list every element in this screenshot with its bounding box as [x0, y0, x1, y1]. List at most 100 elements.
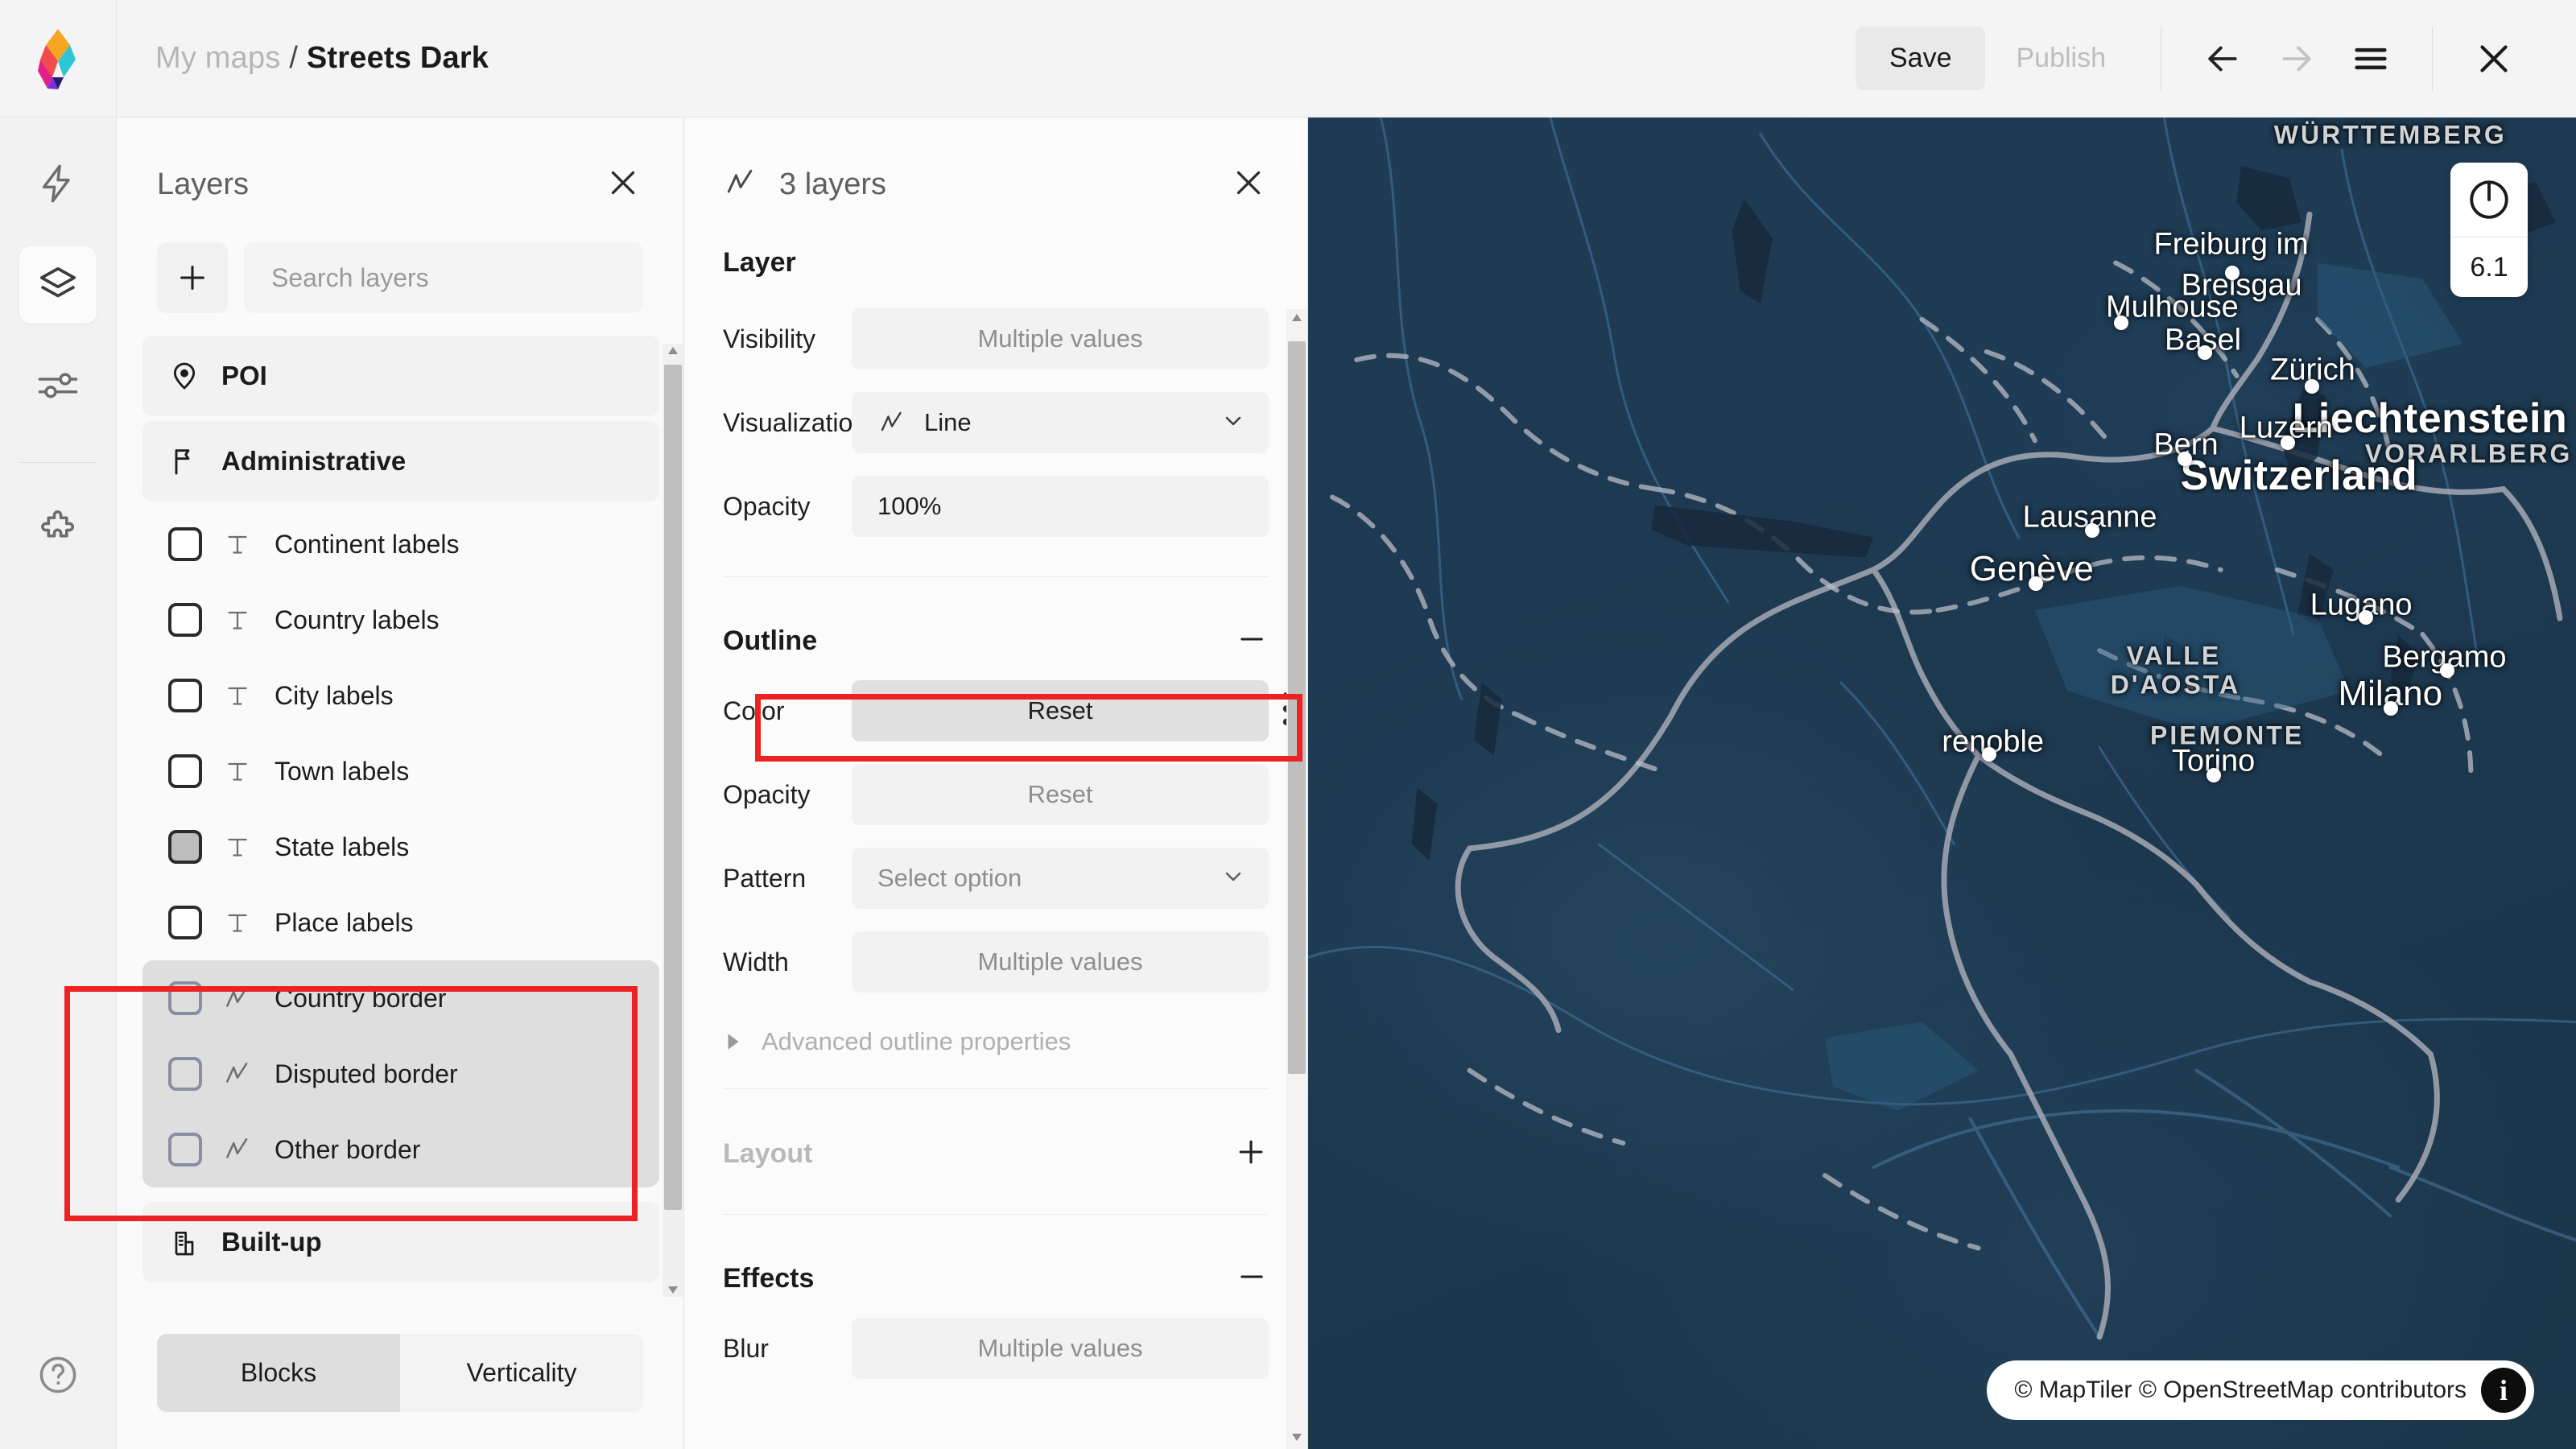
layer-group-administrative[interactable]: Administrative: [142, 421, 659, 502]
menu-button[interactable]: [2334, 22, 2408, 96]
top-bar: My maps / Streets Dark Save Publish: [0, 0, 2576, 118]
puzzle-piece-icon: [36, 509, 80, 552]
layout-expand-button[interactable]: [1233, 1134, 1269, 1174]
property-label: Visibility: [723, 324, 852, 354]
rail-item-help[interactable]: [19, 1336, 97, 1414]
map-city-dot: [2085, 523, 2099, 538]
layer-visibility-checkbox[interactable]: [168, 603, 202, 637]
property-value: Line: [924, 408, 972, 437]
compass-dial-button[interactable]: [2450, 163, 2528, 237]
layer-visibility-checkbox[interactable]: [168, 1133, 202, 1166]
blur-field[interactable]: Multiple values: [852, 1318, 1269, 1379]
outline-collapse-button[interactable]: [1235, 622, 1269, 660]
plus-icon: [1233, 1134, 1269, 1170]
map-vector-features: [1308, 118, 2576, 1449]
text-icon: [220, 605, 255, 634]
section-header-effects: Effects: [723, 1260, 1269, 1298]
layer-row-country-labels[interactable]: Country labels: [142, 582, 659, 658]
back-button[interactable]: [2186, 22, 2260, 96]
flag-icon: [168, 445, 200, 477]
property-label: Color: [723, 696, 852, 726]
layer-row-disputed-border[interactable]: Disputed border: [142, 1036, 659, 1112]
layer-visibility-checkbox[interactable]: [168, 906, 202, 939]
add-layer-button[interactable]: [157, 242, 228, 313]
close-editor-button[interactable]: [2457, 22, 2531, 96]
search-layers-input[interactable]: Search layers: [244, 242, 643, 313]
help-circle-icon: [37, 1354, 79, 1396]
section-title-outline: Outline: [723, 625, 817, 657]
property-row-outline-pattern: Pattern Select option: [723, 840, 1269, 916]
visibility-field[interactable]: Multiple values: [852, 308, 1269, 369]
main-body: Layers Search layers: [0, 118, 2576, 1449]
outline-pattern-select[interactable]: Select option: [852, 848, 1269, 909]
property-row-opacity: Opacity 100%: [723, 469, 1269, 544]
layer-visibility-checkbox[interactable]: [168, 527, 202, 561]
layer-row-place-labels[interactable]: Place labels: [142, 885, 659, 960]
property-value: Reset: [1028, 780, 1093, 809]
property-value: Select option: [877, 864, 1022, 893]
layer-row-continent-labels[interactable]: Continent labels: [142, 506, 659, 582]
arrow-right-icon: [2275, 37, 2318, 80]
save-button[interactable]: Save: [1856, 27, 1986, 90]
layers-icon: [36, 263, 80, 307]
rail-item-layers[interactable]: [19, 246, 97, 324]
rail-divider: [19, 462, 97, 463]
layer-group-poi[interactable]: POI: [142, 336, 659, 416]
top-bar-actions: Save Publish: [1856, 0, 2576, 118]
layer-visibility-checkbox[interactable]: [168, 830, 202, 864]
outline-opacity-reset-button[interactable]: Reset: [852, 764, 1269, 825]
lightning-bolt-icon: [37, 163, 79, 204]
scrollbar-thumb[interactable]: [664, 365, 682, 1210]
map-city-dot: [2281, 436, 2295, 450]
advanced-outline-properties-toggle[interactable]: Advanced outline properties: [723, 1027, 1269, 1056]
opacity-field[interactable]: 100%: [852, 476, 1269, 537]
selected-layers-block: Country border Disputed border: [142, 960, 659, 1187]
tab-verticality[interactable]: Verticality: [400, 1334, 643, 1412]
layer-row-town-labels[interactable]: Town labels: [142, 733, 659, 809]
outline-width-field[interactable]: Multiple values: [852, 931, 1269, 993]
property-label: Blur: [723, 1334, 852, 1364]
rail-item-plugins[interactable]: [19, 492, 97, 569]
rail-item-settings[interactable]: [19, 348, 97, 425]
map-canvas[interactable]: WÜRTTEMBERGUlmFreiburg imBreisgauMulhous…: [1308, 118, 2576, 1449]
layer-visibility-checkbox[interactable]: [168, 679, 202, 712]
publish-button[interactable]: Publish: [1985, 27, 2136, 90]
close-icon: [603, 163, 643, 203]
layer-row-country-border[interactable]: Country border: [142, 960, 659, 1036]
effects-collapse-button[interactable]: [1235, 1260, 1269, 1298]
breadcrumb-separator: /: [289, 41, 298, 75]
app-logo[interactable]: [0, 0, 117, 118]
map-city-dot: [2305, 379, 2319, 394]
scroll-down-arrow-icon[interactable]: [665, 1282, 681, 1297]
section-title-layout: Layout: [723, 1138, 812, 1170]
property-label: Pattern: [723, 864, 852, 894]
layer-visibility-checkbox[interactable]: [168, 1057, 202, 1091]
map-city-dot: [2198, 345, 2212, 360]
map-info-button[interactable]: i: [2481, 1368, 2526, 1413]
scroll-down-arrow-icon[interactable]: [1289, 1430, 1305, 1444]
layer-row-state-labels[interactable]: State labels: [142, 809, 659, 885]
scroll-up-arrow-icon[interactable]: [1289, 311, 1305, 325]
layer-group-built-up[interactable]: Built-up: [142, 1202, 659, 1282]
layers-scrollbar[interactable]: [663, 344, 683, 1297]
layer-row-label: Country labels: [275, 605, 440, 635]
layer-row-city-labels[interactable]: City labels: [142, 658, 659, 733]
properties-panel-close-button[interactable]: [1228, 163, 1269, 207]
rail-item-effects[interactable]: [19, 145, 97, 222]
forward-button[interactable]: [2260, 22, 2334, 96]
map-pin-icon: [168, 360, 200, 392]
scrollbar-thumb[interactable]: [1288, 341, 1306, 1074]
visualization-select[interactable]: Line: [852, 392, 1269, 453]
section-title-layer: Layer: [723, 247, 1269, 279]
layer-row-other-border[interactable]: Other border: [142, 1112, 659, 1187]
arrow-left-icon: [2201, 37, 2244, 80]
tab-blocks[interactable]: Blocks: [157, 1334, 400, 1412]
properties-scrollbar[interactable]: [1286, 309, 1307, 1449]
layers-panel-close-button[interactable]: [603, 163, 643, 207]
scroll-up-arrow-icon[interactable]: [665, 344, 681, 358]
layer-visibility-checkbox[interactable]: [168, 754, 202, 788]
outline-color-reset-button[interactable]: Reset: [852, 680, 1269, 741]
map-zoom-control: 6.1: [2450, 163, 2528, 297]
layer-visibility-checkbox[interactable]: [168, 981, 202, 1015]
breadcrumb-parent[interactable]: My maps: [155, 41, 281, 75]
